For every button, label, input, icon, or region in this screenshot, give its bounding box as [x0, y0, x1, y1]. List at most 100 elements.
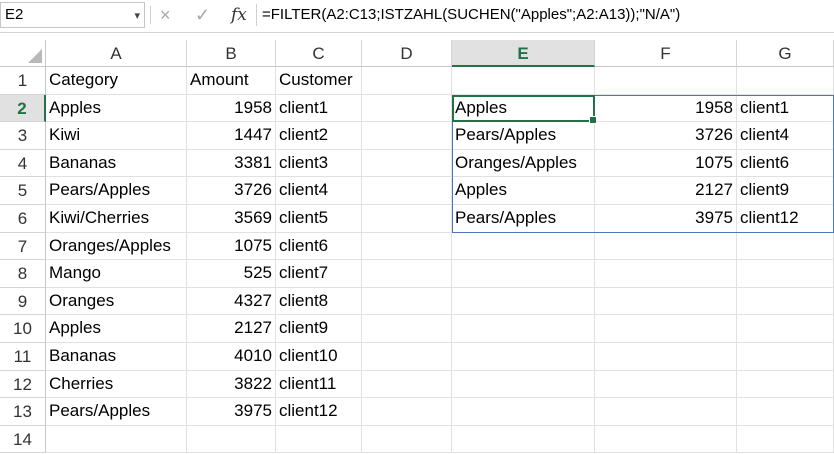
- data-cell[interactable]: 525: [187, 260, 276, 288]
- data-cell[interactable]: Bananas: [46, 149, 187, 178]
- column-header-f[interactable]: F: [595, 40, 737, 67]
- data-cell[interactable]: client12: [276, 398, 362, 426]
- grid-cell[interactable]: [362, 205, 452, 233]
- data-cell[interactable]: 2127: [187, 315, 276, 343]
- data-cell[interactable]: client10: [276, 343, 362, 371]
- grid-cell[interactable]: [737, 370, 834, 399]
- data-cell[interactable]: 3726: [187, 177, 276, 205]
- row-header-12[interactable]: 12: [0, 370, 46, 399]
- grid-cell[interactable]: [737, 260, 834, 288]
- grid-cell[interactable]: [737, 398, 834, 426]
- spill-cell[interactable]: client1: [737, 94, 834, 123]
- data-cell[interactable]: Apples: [46, 94, 187, 123]
- row-header-9[interactable]: 9: [0, 287, 46, 316]
- column-header-b[interactable]: B: [187, 40, 276, 67]
- data-cell[interactable]: client8: [276, 287, 362, 316]
- grid-cell[interactable]: [362, 122, 452, 150]
- column-header-g[interactable]: G: [737, 40, 834, 67]
- grid-cell[interactable]: [362, 94, 452, 123]
- grid-cell[interactable]: [362, 232, 452, 261]
- data-cell[interactable]: 4010: [187, 343, 276, 371]
- grid-cell[interactable]: [362, 149, 452, 178]
- grid-cell[interactable]: [595, 343, 737, 371]
- grid-cell[interactable]: [452, 232, 595, 261]
- grid-cell[interactable]: [737, 315, 834, 343]
- grid-cell[interactable]: [452, 67, 595, 95]
- select-all-button[interactable]: [0, 40, 46, 67]
- data-cell[interactable]: Bananas: [46, 343, 187, 371]
- grid-cell[interactable]: [595, 315, 737, 343]
- grid-cell[interactable]: [452, 287, 595, 316]
- grid-cell[interactable]: [362, 370, 452, 399]
- data-cell[interactable]: client9: [276, 315, 362, 343]
- grid-cell[interactable]: [595, 287, 737, 316]
- grid-cell[interactable]: [362, 315, 452, 343]
- grid-cell[interactable]: [46, 425, 187, 454]
- spill-cell[interactable]: Pears/Apples: [452, 205, 595, 233]
- data-cell[interactable]: client4: [276, 177, 362, 205]
- row-header-13[interactable]: 13: [0, 398, 46, 426]
- header-cell-c[interactable]: Customer: [276, 67, 362, 95]
- spill-cell[interactable]: 3975: [595, 205, 737, 233]
- data-cell[interactable]: client7: [276, 260, 362, 288]
- row-header-8[interactable]: 8: [0, 260, 46, 288]
- data-cell[interactable]: Apples: [46, 315, 187, 343]
- grid-cell[interactable]: [452, 315, 595, 343]
- spill-cell[interactable]: Apples: [452, 94, 595, 123]
- grid-cell[interactable]: [595, 232, 737, 261]
- cancel-icon[interactable]: ×: [160, 3, 171, 27]
- grid-cell[interactable]: [595, 260, 737, 288]
- data-cell[interactable]: 1447: [187, 122, 276, 150]
- data-cell[interactable]: 3975: [187, 398, 276, 426]
- data-cell[interactable]: 4327: [187, 287, 276, 316]
- row-header-5[interactable]: 5: [0, 177, 46, 205]
- spill-cell[interactable]: 3726: [595, 122, 737, 150]
- data-cell[interactable]: Oranges/Apples: [46, 232, 187, 261]
- insert-function-icon[interactable]: fx: [231, 3, 247, 27]
- grid-cell[interactable]: [595, 398, 737, 426]
- enter-icon[interactable]: ✓: [195, 3, 210, 27]
- spill-cell[interactable]: Pears/Apples: [452, 122, 595, 150]
- row-header-1[interactable]: 1: [0, 67, 46, 95]
- spill-cell[interactable]: Oranges/Apples: [452, 149, 595, 178]
- row-header-14[interactable]: 14: [0, 425, 46, 454]
- data-cell[interactable]: client1: [276, 94, 362, 123]
- data-cell[interactable]: Pears/Apples: [46, 177, 187, 205]
- data-cell[interactable]: Cherries: [46, 370, 187, 399]
- grid-cell[interactable]: [276, 425, 362, 454]
- grid-cell[interactable]: [362, 177, 452, 205]
- data-cell[interactable]: client11: [276, 370, 362, 399]
- grid-cell[interactable]: [595, 67, 737, 95]
- data-cell[interactable]: client2: [276, 122, 362, 150]
- grid-cell[interactable]: [187, 425, 276, 454]
- column-header-e[interactable]: E: [452, 40, 595, 67]
- grid-cell[interactable]: [595, 425, 737, 454]
- spill-cell[interactable]: client12: [737, 205, 834, 233]
- column-header-a[interactable]: A: [46, 40, 187, 67]
- grid-cell[interactable]: [452, 370, 595, 399]
- formula-input[interactable]: =FILTER(A2:C13;ISTZAHL(SUCHEN("Apples";A…: [262, 3, 680, 27]
- grid-cell[interactable]: [362, 260, 452, 288]
- chevron-down-icon[interactable]: ▾: [134, 4, 140, 28]
- column-header-c[interactable]: C: [276, 40, 362, 67]
- grid-cell[interactable]: [452, 398, 595, 426]
- data-cell[interactable]: client3: [276, 149, 362, 178]
- row-header-4[interactable]: 4: [0, 149, 46, 178]
- grid-cell[interactable]: [737, 67, 834, 95]
- header-cell-a[interactable]: Category: [46, 67, 187, 95]
- spill-cell[interactable]: client6: [737, 149, 834, 178]
- grid-cell[interactable]: [452, 260, 595, 288]
- data-cell[interactable]: Oranges: [46, 287, 187, 316]
- row-header-6[interactable]: 6: [0, 205, 46, 233]
- spill-cell[interactable]: client4: [737, 122, 834, 150]
- grid-cell[interactable]: [452, 425, 595, 454]
- data-cell[interactable]: 3569: [187, 205, 276, 233]
- data-cell[interactable]: Kiwi/Cherries: [46, 205, 187, 233]
- data-cell[interactable]: 3822: [187, 370, 276, 399]
- spill-cell[interactable]: client9: [737, 177, 834, 205]
- data-cell[interactable]: 1958: [187, 94, 276, 123]
- column-header-d[interactable]: D: [362, 40, 452, 67]
- data-cell[interactable]: client5: [276, 205, 362, 233]
- grid-cell[interactable]: [737, 287, 834, 316]
- grid-cell[interactable]: [737, 425, 834, 454]
